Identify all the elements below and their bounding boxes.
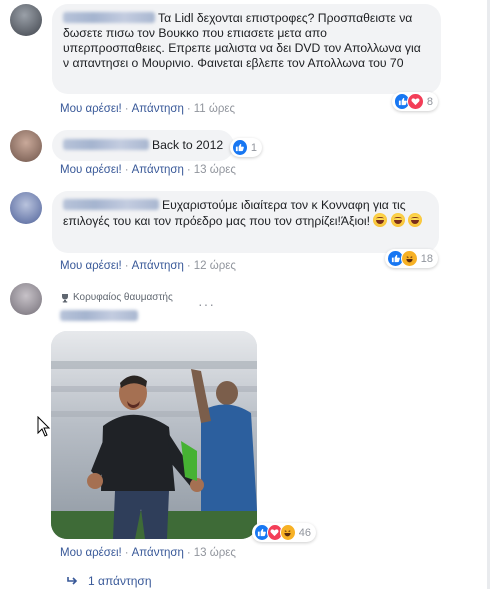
reaction-summary[interactable]: 8 bbox=[392, 92, 438, 111]
timestamp[interactable]: 11 ώρες bbox=[194, 103, 235, 115]
author-name-redacted[interactable] bbox=[63, 199, 159, 210]
reply-link[interactable]: Απάντηση bbox=[132, 260, 184, 272]
timestamp[interactable]: 13 ώρες bbox=[194, 164, 236, 176]
comment-actions: Μου αρέσει! · Απάντηση · 11 ώρες bbox=[60, 103, 236, 115]
reaction-summary[interactable]: 18 bbox=[385, 249, 438, 268]
reaction-count: 1 bbox=[250, 141, 257, 154]
timestamp[interactable]: 12 ώρες bbox=[194, 260, 236, 272]
avatar[interactable] bbox=[10, 4, 42, 36]
like-link[interactable]: Μου αρέσει! bbox=[60, 164, 122, 176]
reaction-count: 46 bbox=[298, 526, 312, 539]
reaction-count: 18 bbox=[420, 252, 433, 265]
comment-bubble: Τα Lidl δεχονται επιστροφες? Προσπαθειστ… bbox=[52, 4, 441, 94]
haha-icon bbox=[400, 250, 418, 267]
reply-link[interactable]: Απάντηση bbox=[132, 164, 184, 176]
more-options-icon[interactable]: ··· bbox=[198, 296, 215, 312]
love-icon bbox=[407, 93, 424, 110]
like-link[interactable]: Μου αρέσει! bbox=[60, 547, 122, 559]
badge-label: Κορυφαίος θαυμαστής bbox=[73, 292, 173, 303]
haha-icon bbox=[279, 524, 296, 541]
comment-bubble: Back to 2012 bbox=[52, 130, 234, 161]
reply-link[interactable]: Απάντηση bbox=[132, 547, 184, 559]
comment-3: Ευχαριστούμε ιδιαίτερα τον κ Κονναφη για… bbox=[0, 186, 475, 276]
author-name-redacted[interactable] bbox=[63, 139, 149, 150]
trophy-icon bbox=[62, 293, 68, 302]
comment-text: Back to 2012 bbox=[152, 138, 224, 152]
replies-count-label: 1 απάντηση bbox=[88, 574, 152, 588]
like-link[interactable]: Μου αρέσει! bbox=[60, 103, 122, 115]
comment-image[interactable] bbox=[51, 331, 257, 539]
avatar[interactable] bbox=[10, 130, 42, 162]
comment-actions: Μου αρέσει! · Απάντηση · 12 ώρες bbox=[60, 260, 236, 272]
author-name-redacted[interactable] bbox=[63, 12, 155, 23]
reaction-summary[interactable]: 46 bbox=[252, 523, 316, 542]
view-replies-link[interactable]: 1 απάντηση bbox=[66, 574, 152, 588]
like-icon bbox=[232, 139, 248, 156]
timestamp[interactable]: 13 ώρες bbox=[194, 547, 236, 559]
celebrating-coach-photo bbox=[51, 331, 257, 539]
comment-1: Τα Lidl δεχονται επιστροφες? Προσπαθειστ… bbox=[0, 0, 475, 120]
author-name-redacted[interactable] bbox=[60, 310, 138, 321]
reply-link[interactable]: Απάντηση bbox=[132, 103, 184, 115]
comment-actions: Μου αρέσει! · Απάντηση · 13 ώρες bbox=[60, 547, 236, 559]
like-link[interactable]: Μου αρέσει! bbox=[60, 260, 122, 272]
mouse-cursor-icon bbox=[37, 416, 51, 437]
reply-arrow-icon bbox=[67, 577, 78, 585]
comment-2: Back to 2012 1 Μου αρέσει! · Απάντηση · 13 ώ… bbox=[0, 126, 475, 182]
top-fan-badge: Κορυφαίος θαυμαστής bbox=[60, 292, 173, 303]
reaction-summary[interactable]: 1 bbox=[230, 138, 262, 157]
reaction-count: 8 bbox=[426, 95, 433, 108]
avatar[interactable] bbox=[10, 192, 42, 224]
laughing-emoji bbox=[373, 213, 388, 227]
comment-bubble: Ευχαριστούμε ιδιαίτερα τον κ Κονναφη για… bbox=[52, 191, 439, 253]
avatar[interactable] bbox=[10, 283, 42, 315]
laughing-emoji bbox=[408, 213, 423, 227]
comment-actions: Μου αρέσει! · Απάντηση · 13 ώρες bbox=[60, 164, 236, 176]
laughing-emoji bbox=[390, 213, 405, 227]
